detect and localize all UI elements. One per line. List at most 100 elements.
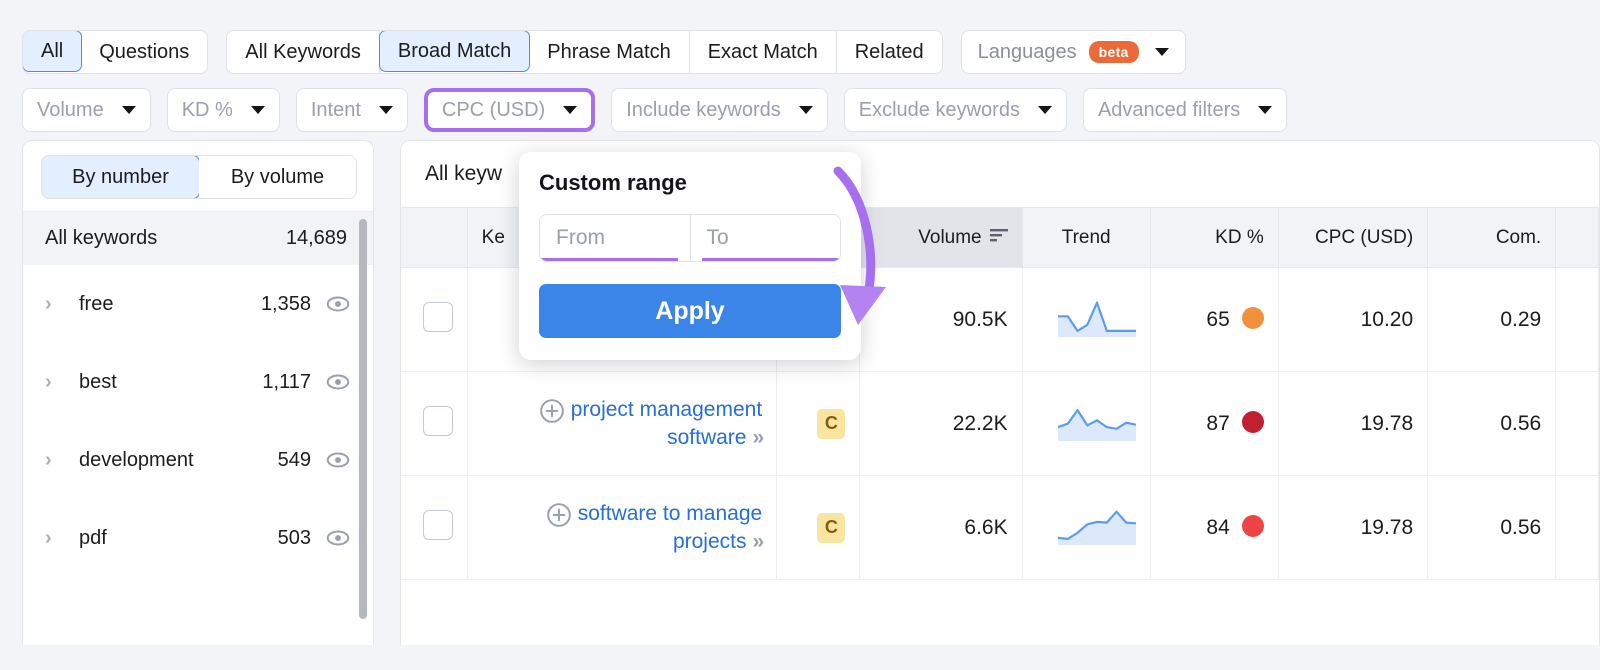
chevron-down-icon bbox=[1258, 106, 1272, 114]
eye-icon[interactable] bbox=[325, 369, 351, 395]
keyword-expand-icon[interactable]: » bbox=[746, 530, 762, 553]
range-input-group bbox=[539, 214, 841, 262]
sidebar-scrollbar[interactable] bbox=[359, 219, 367, 619]
filter-label: CPC (USD) bbox=[442, 99, 545, 122]
eye-icon[interactable] bbox=[325, 291, 351, 317]
overflow-cell bbox=[1556, 372, 1599, 476]
filter-intent[interactable]: Intent bbox=[296, 88, 408, 132]
chevron-down-icon bbox=[799, 106, 813, 114]
table-row: software to manage projects» C 6.6K 84 19.78… bbox=[401, 476, 1599, 580]
intent-badge[interactable]: C bbox=[817, 409, 845, 439]
match-type-segment[interactable]: All KeywordsBroad MatchPhrase MatchExact… bbox=[226, 30, 942, 74]
row-checkbox-cell bbox=[401, 476, 467, 580]
intent-badge[interactable]: C bbox=[817, 513, 845, 543]
chevron-down-icon bbox=[1155, 48, 1169, 56]
range-to-input[interactable] bbox=[691, 215, 841, 261]
filter-label: Volume bbox=[37, 99, 104, 122]
keyword-expand-icon[interactable]: » bbox=[746, 426, 762, 449]
filter-label: Intent bbox=[311, 99, 361, 122]
eye-icon[interactable] bbox=[325, 525, 351, 551]
sidebar-group-count: 1,117 bbox=[262, 371, 325, 394]
cpc-cell: 19.78 bbox=[1278, 372, 1427, 476]
column-header-kd[interactable]: KD % bbox=[1150, 208, 1278, 268]
match-type-toolbar: AllQuestions All KeywordsBroad MatchPhra… bbox=[0, 0, 1600, 80]
apply-button[interactable]: Apply bbox=[539, 284, 841, 338]
tab-questions[interactable]: Questions bbox=[81, 31, 207, 73]
range-from-input[interactable] bbox=[540, 215, 690, 261]
keyword-link[interactable]: project management software bbox=[571, 398, 762, 448]
question-filter-segment[interactable]: AllQuestions bbox=[22, 30, 208, 74]
range-underline-highlight bbox=[540, 258, 840, 262]
chevron-right-icon[interactable]: › bbox=[45, 293, 67, 316]
sidebar-toggle-by-number[interactable]: By number bbox=[41, 155, 200, 199]
filter-kd-[interactable]: KD % bbox=[167, 88, 280, 132]
sidebar-group-row[interactable]: ›pdf503 bbox=[23, 499, 373, 577]
sidebar-sort-toggle[interactable]: By numberBy volume bbox=[41, 155, 357, 199]
beta-badge: beta bbox=[1089, 41, 1139, 63]
sidebar-group-label: best bbox=[67, 371, 262, 394]
filter-include-keywords[interactable]: Include keywords bbox=[611, 88, 828, 132]
filter-exclude-keywords[interactable]: Exclude keywords bbox=[844, 88, 1067, 132]
eye-icon[interactable] bbox=[325, 447, 351, 473]
sidebar-group-count: 503 bbox=[278, 527, 325, 550]
languages-dropdown[interactable]: Languages beta bbox=[961, 30, 1186, 74]
chevron-right-icon[interactable]: › bbox=[45, 371, 67, 394]
popup-title: Custom range bbox=[539, 170, 841, 196]
volume-cell: 6.6K bbox=[860, 476, 1022, 580]
filter-label: Include keywords bbox=[626, 99, 781, 122]
intent-cell: C bbox=[777, 372, 860, 476]
cpc-cell: 19.78 bbox=[1278, 476, 1427, 580]
tab-all-keywords[interactable]: All Keywords bbox=[227, 31, 380, 73]
filter-label: Exclude keywords bbox=[859, 99, 1020, 122]
sidebar-group-label: free bbox=[67, 293, 261, 316]
kd-indicator-dot bbox=[1242, 515, 1264, 537]
filter-label: KD % bbox=[182, 99, 233, 122]
chevron-right-icon[interactable]: › bbox=[45, 449, 67, 472]
sidebar-toggle-wrap: By numberBy volume bbox=[23, 141, 373, 211]
sidebar-group-row[interactable]: ›free1,358 bbox=[23, 265, 373, 343]
filter-advanced-filters[interactable]: Advanced filters bbox=[1083, 88, 1287, 132]
kd-value: 65 bbox=[1206, 308, 1229, 331]
row-checkbox[interactable] bbox=[423, 302, 453, 332]
keyword-cell: project management software» bbox=[467, 372, 777, 476]
filter-toolbar: Volume KD % Intent CPC (USD) Include keyword… bbox=[0, 80, 1600, 140]
tab-exact-match[interactable]: Exact Match bbox=[690, 31, 837, 73]
tab-broad-match[interactable]: Broad Match bbox=[379, 30, 530, 72]
kd-cell: 84 bbox=[1150, 476, 1278, 580]
sidebar-group-row[interactable]: ›development549 bbox=[23, 421, 373, 499]
kd-cell: 87 bbox=[1150, 372, 1278, 476]
sidebar-all-keywords-count: 14,689 bbox=[286, 227, 347, 250]
chevron-right-icon[interactable]: › bbox=[45, 527, 67, 550]
sidebar-toggle-by-volume[interactable]: By volume bbox=[199, 156, 356, 198]
intent-cell: C bbox=[777, 476, 860, 580]
tab-phrase-match[interactable]: Phrase Match bbox=[529, 31, 689, 73]
keyword-link[interactable]: software to manage projects bbox=[578, 502, 762, 552]
kd-indicator-dot bbox=[1242, 307, 1264, 329]
row-checkbox[interactable] bbox=[423, 510, 453, 540]
column-header-com[interactable]: Com. bbox=[1428, 208, 1556, 268]
trend-cell bbox=[1022, 268, 1150, 372]
sidebar-group-row[interactable]: ›best1,117 bbox=[23, 343, 373, 421]
filter-cpc-usd-[interactable]: CPC (USD) bbox=[424, 88, 595, 132]
column-header-trend[interactable]: Trend bbox=[1022, 208, 1150, 268]
kd-value: 84 bbox=[1206, 516, 1229, 539]
overflow-cell bbox=[1556, 268, 1599, 372]
row-checkbox[interactable] bbox=[423, 406, 453, 436]
sort-icon[interactable] bbox=[990, 226, 1008, 248]
overflow-cell bbox=[1556, 476, 1599, 580]
filter-volume[interactable]: Volume bbox=[22, 88, 151, 132]
column-header-cpc[interactable]: CPC (USD) bbox=[1278, 208, 1427, 268]
tab-all[interactable]: All bbox=[22, 30, 82, 72]
chevron-down-icon bbox=[122, 106, 136, 114]
tab-related[interactable]: Related bbox=[837, 31, 942, 73]
sidebar-group-count: 549 bbox=[278, 449, 325, 472]
sidebar-group-count: 1,358 bbox=[261, 293, 325, 316]
column-header-check[interactable] bbox=[401, 208, 467, 268]
sidebar-group-list: ›free1,358›best1,117›development549›pdf5… bbox=[23, 265, 373, 577]
kd-indicator-dot bbox=[1242, 411, 1264, 433]
competition-cell: 0.56 bbox=[1428, 372, 1556, 476]
kd-value: 87 bbox=[1206, 412, 1229, 435]
kd-cell: 65 bbox=[1150, 268, 1278, 372]
sidebar-all-keywords-row[interactable]: All keywords 14,689 bbox=[23, 211, 373, 265]
column-header-volume[interactable]: Volume bbox=[860, 208, 1022, 268]
